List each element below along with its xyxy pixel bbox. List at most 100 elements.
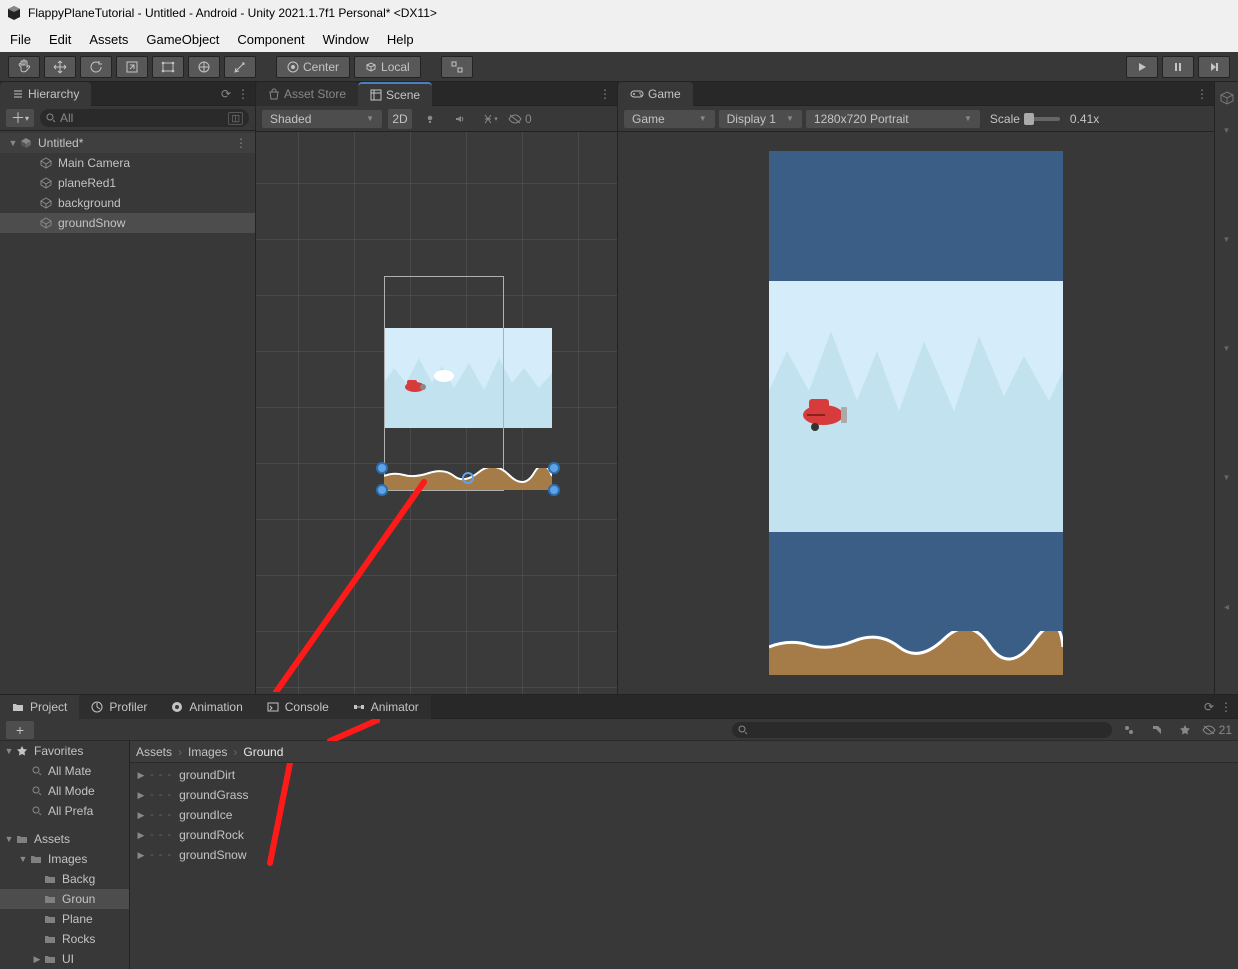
panel-menu-icon[interactable]: ⋮ (599, 87, 611, 101)
scale-slider[interactable] (1024, 117, 1060, 121)
game-resolution-dropdown[interactable]: 1280x720 Portrait▼ (806, 110, 980, 128)
game-panel: Game ⋮ Game▼ Display 1▼ 1280x720 Portrai… (618, 82, 1214, 694)
scene-tab[interactable]: Scene (358, 82, 432, 106)
gameobject-icon (40, 217, 52, 229)
folder-icon (44, 934, 56, 944)
favorite-all-models[interactable]: All Mode (0, 781, 129, 801)
hierarchy-search[interactable]: All ◫ (40, 109, 249, 127)
lock-icon[interactable]: ⟳ (1204, 700, 1214, 714)
menu-gameobject[interactable]: GameObject (146, 32, 219, 47)
profiler-tab[interactable]: Profiler (79, 695, 159, 719)
project-search[interactable] (732, 722, 1112, 738)
project-tab[interactable]: Project (0, 695, 79, 719)
folder-images[interactable]: ▼ Images (0, 849, 129, 869)
inspector-collapsed[interactable]: ▼ ▼ ▼ ▼ ◂ (1214, 82, 1238, 694)
menu-edit[interactable]: Edit (49, 32, 71, 47)
favorites-header[interactable]: ▼ Favorites (0, 741, 129, 761)
hierarchy-item-planered1[interactable]: planeRed1 (0, 173, 255, 193)
search-type-icon[interactable]: ◫ (228, 112, 243, 125)
animation-tab[interactable]: Animation (159, 695, 254, 719)
hierarchy-panel: Hierarchy ⟳ ⋮ ＋▾ All ◫ ▼ Untitled* ⋮ (0, 82, 256, 694)
custom-tool[interactable] (224, 56, 256, 78)
favorite-icon[interactable] (1174, 721, 1196, 739)
folder-rocks[interactable]: Rocks (0, 929, 129, 949)
asset-groundrock[interactable]: ▶- - -groundRock (130, 825, 1238, 845)
folder-ui[interactable]: ▶UI (0, 949, 129, 969)
panel-menu-icon[interactable]: ⋮ (237, 87, 249, 101)
rect-handle-tr[interactable] (548, 462, 560, 474)
breadcrumb-ground[interactable]: Ground (243, 745, 283, 759)
breadcrumb-assets[interactable]: Assets (136, 745, 172, 759)
asset-store-tab[interactable]: Asset Store (256, 82, 358, 106)
hierarchy-item-groundsnow[interactable]: groundSnow (0, 213, 255, 233)
scene-row[interactable]: ▼ Untitled* ⋮ (0, 133, 255, 153)
play-button[interactable] (1126, 56, 1158, 78)
scale-value: 0.41x (1070, 112, 1099, 126)
favorite-all-prefabs[interactable]: All Prefa (0, 801, 129, 821)
breadcrumb-images[interactable]: Images (188, 745, 227, 759)
scale-tool[interactable] (116, 56, 148, 78)
gamepad-icon (630, 89, 644, 99)
hidden-objects-button[interactable]: 0 (508, 109, 532, 129)
folder-ground[interactable]: Groun (0, 889, 129, 909)
pivot-mode-toggle[interactable]: Center (276, 56, 350, 78)
hierarchy-add-button[interactable]: ＋▾ (6, 109, 34, 127)
filter-by-type-icon[interactable] (1118, 721, 1140, 739)
rect-pivot-handle[interactable] (462, 472, 474, 484)
game-display-dropdown[interactable]: Display 1▼ (719, 110, 802, 128)
menu-component[interactable]: Component (237, 32, 304, 47)
scene-menu-icon[interactable]: ⋮ (235, 136, 255, 150)
project-add-button[interactable]: + (6, 721, 34, 739)
rect-tool[interactable] (152, 56, 184, 78)
rect-handle-br[interactable] (548, 484, 560, 496)
handle-rotation-toggle[interactable]: Local (354, 56, 421, 78)
hierarchy-item-main-camera[interactable]: Main Camera (0, 153, 255, 173)
cube-icon (1219, 90, 1235, 106)
pause-button[interactable] (1162, 56, 1194, 78)
filter-by-label-icon[interactable] (1146, 721, 1168, 739)
snap-toggle[interactable] (441, 56, 473, 78)
assets-root[interactable]: ▼ Assets (0, 829, 129, 849)
2d-toggle[interactable]: 2D (388, 109, 412, 129)
hierarchy-tab[interactable]: Hierarchy (0, 82, 91, 106)
game-frame (769, 151, 1063, 675)
menu-window[interactable]: Window (323, 32, 369, 47)
rotate-tool[interactable] (80, 56, 112, 78)
rect-handle-bl[interactable] (376, 484, 388, 496)
scene-plane-sprite[interactable] (401, 376, 429, 396)
step-button[interactable] (1198, 56, 1230, 78)
menu-file[interactable]: File (10, 32, 31, 47)
asset-groundice[interactable]: ▶- - -groundIce (130, 805, 1238, 825)
folder-plane[interactable]: Plane (0, 909, 129, 929)
search-icon (32, 786, 42, 796)
panel-menu-icon[interactable]: ⋮ (1220, 700, 1232, 714)
move-tool[interactable] (44, 56, 76, 78)
lock-icon[interactable]: ⟳ (221, 87, 231, 101)
game-camera-dropdown[interactable]: Game▼ (624, 110, 715, 128)
asset-grounddirt[interactable]: ▶- - -groundDirt (130, 765, 1238, 785)
effects-toggle[interactable]: ▾ (478, 109, 502, 129)
gameobject-icon (40, 177, 52, 189)
shading-mode-dropdown[interactable]: Shaded▼ (262, 110, 382, 128)
scene-view[interactable] (256, 132, 617, 694)
hand-tool[interactable] (8, 56, 40, 78)
console-tab[interactable]: Console (255, 695, 341, 719)
transform-tool[interactable] (188, 56, 220, 78)
audio-toggle[interactable] (448, 109, 472, 129)
hierarchy-item-background[interactable]: background (0, 193, 255, 213)
menu-assets[interactable]: Assets (89, 32, 128, 47)
game-view[interactable] (618, 132, 1214, 694)
folder-background[interactable]: Backg (0, 869, 129, 889)
favorite-all-materials[interactable]: All Mate (0, 761, 129, 781)
unity-scene-icon (20, 137, 32, 149)
game-tab[interactable]: Game (618, 82, 693, 106)
panel-menu-icon[interactable]: ⋮ (1196, 87, 1208, 101)
menu-help[interactable]: Help (387, 32, 414, 47)
asset-groundgrass[interactable]: ▶- - -groundGrass (130, 785, 1238, 805)
animator-tab[interactable]: Animator (341, 695, 431, 719)
lighting-toggle[interactable] (418, 109, 442, 129)
rect-handle-tl[interactable] (376, 462, 388, 474)
asset-groundsnow[interactable]: ▶- - -groundSnow (130, 845, 1238, 865)
hidden-count[interactable]: 21 (1202, 721, 1232, 739)
folder-icon (12, 702, 24, 712)
